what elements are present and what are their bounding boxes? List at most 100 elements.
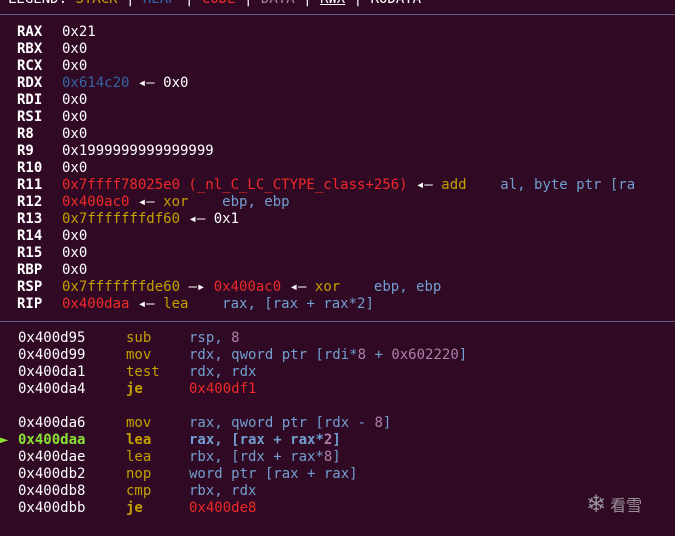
register-row-r12: R12 0x400ac0 ◂— xor ebp, ebp bbox=[17, 194, 635, 211]
legend-separator: | bbox=[345, 0, 370, 7]
register-value: 0x1999999999999999 bbox=[62, 143, 214, 159]
register-value: 0x7fffffffdf60 bbox=[62, 211, 181, 227]
instruction-operands: rsp, 8 bbox=[189, 330, 240, 346]
register-value: ◂— 0x0 bbox=[129, 75, 189, 91]
instruction-row: 0x400da6 mov rax, qword ptr [rdx - 8] bbox=[0, 415, 467, 432]
instruction-operands: 0x400de8 bbox=[189, 500, 256, 516]
register-name: RSP bbox=[17, 279, 43, 295]
register-value: 0x0 bbox=[62, 92, 88, 108]
register-value: ◂— bbox=[281, 279, 315, 295]
instruction-row: 0x400da1 test rdx, rdx bbox=[0, 364, 467, 381]
register-value: 0x0 bbox=[62, 109, 88, 125]
disasm-gap bbox=[17, 398, 467, 415]
operand: * bbox=[315, 432, 324, 448]
register-value: 0x0 bbox=[62, 160, 88, 176]
operand: rdx, qword ptr [rdi* bbox=[189, 347, 358, 363]
register-row-r8: R8 0x0 bbox=[17, 126, 635, 143]
register-value: ◂— bbox=[407, 177, 442, 193]
register-row-rcx: RCX 0x0 bbox=[17, 58, 635, 75]
register-value: ◂— 0x1 bbox=[180, 211, 240, 227]
legend-separator: | bbox=[236, 0, 261, 7]
register-name: RAX bbox=[17, 24, 43, 40]
legend-stack: STACK bbox=[75, 0, 117, 7]
operand: + bbox=[366, 347, 392, 363]
operand: rbx, [rdx + rax* bbox=[189, 449, 324, 465]
instruction-mnemonic: sub bbox=[126, 330, 152, 346]
register-name: RCX bbox=[17, 58, 43, 74]
operand: rax, [ bbox=[189, 432, 240, 448]
instruction-address: 0x400da6 bbox=[18, 415, 86, 431]
registers-panel: RAX 0x21 RBX 0x0 RCX 0x0 RDX 0x614c20 ◂— 0x0 RDI… bbox=[17, 24, 635, 313]
instruction-address: 0x400d99 bbox=[18, 347, 86, 363]
operand: rsp, bbox=[189, 330, 232, 346]
instruction-address: 0x400d95 bbox=[18, 330, 86, 346]
operand: 0x602220 bbox=[391, 347, 459, 363]
register-value: al, byte ptr [ra bbox=[466, 177, 636, 193]
operand: rbx, rdx bbox=[189, 483, 257, 499]
legend-data: DATA bbox=[261, 0, 295, 7]
register-value: 0x400daa bbox=[62, 296, 130, 312]
register-value: 0x0 bbox=[62, 58, 88, 74]
instruction-mnemonic: test bbox=[126, 364, 160, 380]
legend-separator: | bbox=[118, 0, 143, 7]
instruction-address: 0x400da1 bbox=[18, 364, 86, 380]
instruction-mnemonic: lea bbox=[126, 432, 152, 448]
register-name: R13 bbox=[17, 211, 43, 227]
operand: 0x400de8 bbox=[189, 500, 257, 516]
register-value: rax, [rax + rax*2] bbox=[188, 296, 374, 312]
register-value: lea bbox=[163, 296, 189, 312]
operand: ] bbox=[332, 449, 341, 465]
instruction-mnemonic: je bbox=[126, 381, 143, 397]
instruction-row: 0x400dbb je 0x400de8 bbox=[0, 500, 467, 517]
legend-rwx: RWX bbox=[320, 0, 345, 7]
instruction-row: 0x400db8 cmp rbx, rdx bbox=[0, 483, 467, 500]
snowflake-icon: ❄ bbox=[586, 490, 607, 518]
register-value: 0x0 bbox=[62, 262, 88, 278]
register-row-r14: R14 0x0 bbox=[17, 228, 635, 245]
register-value: 0x0 bbox=[62, 126, 88, 142]
operand: word ptr [rax + rax] bbox=[189, 466, 358, 482]
operand: rax bbox=[290, 432, 316, 448]
register-value: 0x400ac0 bbox=[62, 194, 130, 210]
register-row-rdi: RDI 0x0 bbox=[17, 92, 635, 109]
operand: ] bbox=[458, 347, 468, 363]
instruction-row: 0x400d99 mov rdx, qword ptr [rdi*8 + 0x602… bbox=[0, 347, 467, 364]
legend-code: CODE bbox=[202, 0, 236, 7]
register-row-r13: R13 0x7fffffffdf60 ◂— 0x1 bbox=[17, 211, 635, 228]
instruction-row: 0x400da4 je 0x400df1 bbox=[0, 381, 467, 398]
instruction-mnemonic: lea bbox=[126, 449, 152, 465]
operand: 8 bbox=[231, 330, 240, 346]
register-name: R8 bbox=[17, 126, 34, 142]
instruction-operands: 0x400df1 bbox=[189, 381, 256, 397]
register-value: 0x21 bbox=[62, 24, 96, 40]
register-value: 0x7ffff78025e0 (_nl_C_LC_CTYPE_class+256… bbox=[62, 177, 408, 193]
register-value: 0x0 bbox=[62, 41, 88, 57]
operand: 8 bbox=[357, 347, 367, 363]
register-name: RSI bbox=[17, 109, 43, 125]
register-name: RDI bbox=[17, 92, 43, 108]
register-row-r15: R15 0x0 bbox=[17, 245, 635, 262]
legend-bar: LEGEND: STACK | HEAP | CODE | DATA | RWX… bbox=[8, 0, 421, 8]
register-name: RIP bbox=[17, 296, 43, 312]
register-row-rbx: RBX 0x0 bbox=[17, 41, 635, 58]
instruction-mnemonic: cmp bbox=[126, 483, 152, 499]
instruction-operands: rdx, rdx bbox=[189, 364, 256, 380]
register-row-rip: RIP 0x400daa ◂— lea rax, [rax + rax*2] bbox=[17, 296, 635, 313]
register-value: 0x7fffffffde60 bbox=[62, 279, 181, 295]
instruction-operands: word ptr [rax + rax] bbox=[189, 466, 358, 482]
watermark: ❄ 看雪 bbox=[586, 492, 642, 516]
register-name: R15 bbox=[17, 245, 43, 261]
register-row-rax: RAX 0x21 bbox=[17, 24, 635, 41]
register-value: —▸ bbox=[180, 279, 214, 295]
instruction-row: 0x400d95 sub rsp, 8 bbox=[0, 330, 467, 347]
register-name: R11 bbox=[17, 177, 43, 193]
instruction-address: 0x400da4 bbox=[18, 381, 86, 397]
watermark-text: 看雪 bbox=[610, 496, 643, 515]
instruction-mnemonic: mov bbox=[126, 415, 152, 431]
section-divider bbox=[0, 321, 675, 322]
register-row-r11: R11 0x7ffff78025e0 (_nl_C_LC_CTYPE_class+… bbox=[17, 177, 635, 194]
register-name: R10 bbox=[17, 160, 43, 176]
register-name: RBP bbox=[17, 262, 43, 278]
register-name: RBX bbox=[17, 41, 43, 57]
register-row-rdx: RDX 0x614c20 ◂— 0x0 bbox=[17, 75, 635, 92]
